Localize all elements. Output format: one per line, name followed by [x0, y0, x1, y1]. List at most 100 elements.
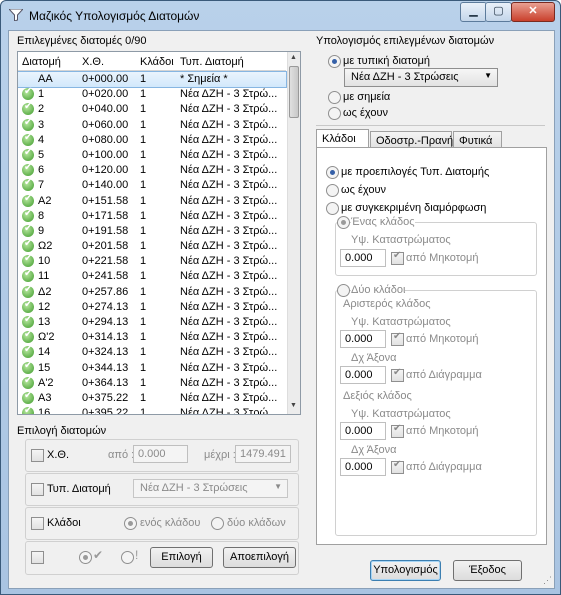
table-row[interactable]: 100+221.581Νέα ΔΖΗ - 3 Στρώ... — [18, 253, 286, 269]
typical-section-value: Νέα ΔΖΗ - 3 Στρώσεις — [351, 71, 459, 83]
right-axis-field[interactable]: 0.000 — [340, 458, 386, 476]
table-row[interactable]: 90+191.581Νέα ΔΖΗ - 3 Στρώ... — [18, 223, 286, 239]
chainage-cell: 0+080.00 — [82, 133, 129, 146]
minimize-button[interactable]: ▁ — [460, 2, 487, 22]
type-cell: Νέα ΔΖΗ - 3 Στρώ... — [180, 194, 278, 207]
scroll-up-arrow-icon[interactable]: ▲ — [290, 54, 297, 61]
select-button[interactable]: Επιλογή — [150, 547, 213, 568]
list-vertical-scrollbar[interactable]: ▲ ▼ — [287, 52, 300, 414]
as-is-radio[interactable] — [328, 107, 341, 120]
type-cell: * Σημεία * — [180, 73, 228, 85]
table-row[interactable]: 70+140.001Νέα ΔΖΗ - 3 Στρώ... — [18, 177, 286, 193]
two-branches-radio[interactable] — [337, 284, 350, 297]
type-filter-select[interactable]: Νέα ΔΖΗ - 3 Στρώσεις ▼ — [133, 479, 288, 498]
branches-cell: 1 — [140, 376, 147, 389]
right-from-profile-checkbox[interactable] — [391, 423, 404, 438]
one-branch-label: Ένας κλάδος — [351, 216, 415, 228]
table-row[interactable]: 30+060.001Νέα ΔΖΗ - 3 Στρώ... — [18, 117, 286, 133]
table-row[interactable]: 160+395.221Νέα ΔΖΗ - 3 Στρώ... — [18, 405, 286, 414]
table-row[interactable]: Α20+151.581Νέα ΔΖΗ - 3 Στρώ... — [18, 193, 286, 209]
close-button[interactable]: ✕ — [511, 2, 555, 22]
col-header-section[interactable]: Διατομή — [22, 56, 61, 68]
compute-button[interactable]: Υπολογισμός — [370, 560, 441, 581]
chainage-cell: 0+201.58 — [82, 240, 129, 253]
table-row[interactable]: 130+294.131Νέα ΔΖΗ - 3 Στρώ... — [18, 314, 286, 330]
branches-cell: 1 — [140, 118, 147, 131]
tab-branches[interactable]: Κλάδοι — [316, 129, 369, 149]
table-row[interactable]: Ω'20+314.131Νέα ΔΖΗ - 3 Στρώ... — [18, 329, 286, 345]
typical-section-radio[interactable] — [328, 55, 341, 68]
check-ok-icon — [22, 344, 34, 359]
table-row[interactable]: 10+020.001Νέα ΔΖΗ - 3 Στρώ... — [18, 86, 286, 102]
from-field[interactable]: 0.000 — [133, 445, 188, 463]
branches-checkbox[interactable] — [31, 517, 44, 530]
left-from-profile-checkbox[interactable] — [391, 331, 404, 346]
branches-cell: 1 — [140, 255, 147, 268]
window-title: Μαζικός Υπολογισμός Διατομών — [29, 9, 200, 23]
status-ok-radio[interactable] — [79, 551, 92, 564]
status-checkbox[interactable] — [31, 551, 44, 564]
table-row[interactable]: 80+171.581Νέα ΔΖΗ - 3 Στρώ... — [18, 208, 286, 224]
branches-as-is-radio[interactable] — [326, 184, 339, 197]
chainage-cell: 0+364.13 — [82, 376, 129, 389]
table-row[interactable]: 20+040.001Νέα ΔΖΗ - 3 Στρώ... — [18, 101, 286, 117]
defaults-radio[interactable] — [326, 166, 339, 179]
one-branch-radio[interactable] — [337, 216, 350, 229]
check-ok-icon — [22, 86, 34, 101]
chainage-cell: 0+344.13 — [82, 361, 129, 374]
type-checkbox[interactable] — [31, 483, 44, 496]
table-row[interactable]: 60+120.001Νέα ΔΖΗ - 3 Στρώ... — [18, 162, 286, 178]
exit-button[interactable]: Έξοδος — [453, 560, 522, 581]
scroll-down-arrow-icon[interactable]: ▼ — [290, 402, 297, 409]
branches-cell: 1 — [140, 73, 147, 85]
defaults-label: με προεπιλογές Τυπ. Διατομής — [341, 166, 490, 178]
points-radio[interactable] — [328, 91, 341, 104]
col-header-type[interactable]: Τυπ. Διατομή — [180, 56, 244, 68]
typical-section-select[interactable]: Νέα ΔΖΗ - 3 Στρώσεις ▼ — [344, 68, 498, 87]
scrollbar-thumb[interactable] — [289, 66, 299, 118]
left-elev-label: Υψ. Καταστρώματος — [351, 316, 451, 328]
table-row[interactable]: 40+080.001Νέα ΔΖΗ - 3 Στρώ... — [18, 132, 286, 148]
branches-cell: 1 — [140, 331, 147, 344]
maximize-button[interactable]: ▢ — [485, 2, 512, 22]
table-row[interactable]: 120+274.131Νέα ΔΖΗ - 3 Στρώ... — [18, 299, 286, 315]
table-row[interactable]: 140+324.131Νέα ΔΖΗ - 3 Στρώ... — [18, 344, 286, 360]
table-row[interactable]: 150+344.131Νέα ΔΖΗ - 3 Στρώ... — [18, 360, 286, 376]
table-row[interactable]: ΑΑ 0+000.00 1 * Σημεία * — [18, 70, 287, 89]
type-cell: Νέα ΔΖΗ - 3 Στρώ... — [180, 285, 278, 298]
deselect-button[interactable]: Αποεπιλογή — [223, 547, 296, 568]
table-row[interactable]: Δ20+257.861Νέα ΔΖΗ - 3 Στρώ... — [18, 284, 286, 300]
table-row[interactable]: 50+100.001Νέα ΔΖΗ - 3 Στρώ... — [18, 147, 286, 163]
type-cell: Νέα ΔΖΗ - 3 Στρώ... — [180, 164, 278, 177]
check-ok-icon — [22, 117, 34, 131]
type-cell: Νέα ΔΖΗ - 3 Στρώ... — [180, 316, 278, 328]
branches-cell: 1 — [140, 240, 147, 253]
status-warning-radio[interactable] — [121, 551, 134, 564]
left-from-diagram-checkbox[interactable] — [391, 367, 404, 382]
one-from-profile-checkbox[interactable] — [391, 250, 404, 265]
table-row[interactable]: Ω20+201.581Νέα ΔΖΗ - 3 Στρώ... — [18, 238, 286, 254]
left-axis-field[interactable]: 0.000 — [340, 366, 386, 384]
right-from-diagram-checkbox[interactable] — [391, 459, 404, 474]
to-field[interactable]: 1479.491 — [235, 445, 291, 463]
branches-cell: 1 — [140, 133, 147, 146]
table-row[interactable]: Α30+375.221Νέα ΔΖΗ - 3 Στρώ... — [18, 390, 286, 406]
col-header-branches[interactable]: Κλάδοι — [140, 56, 174, 68]
left-from-profile-label: από Μηκοτομή — [406, 333, 479, 345]
right-elev-field[interactable]: 0.000 — [340, 422, 386, 440]
branches-cell: 1 — [140, 209, 147, 222]
chainage-checkbox[interactable] — [31, 449, 44, 462]
one-branch-filter-radio[interactable] — [124, 517, 137, 530]
table-row[interactable]: 110+241.581Νέα ΔΖΗ - 3 Στρώ... — [18, 268, 286, 284]
as-is-label: ως έχουν — [343, 107, 388, 119]
two-branches-filter-radio[interactable] — [211, 517, 224, 530]
table-row[interactable]: Α'20+364.131Νέα ΔΖΗ - 3 Στρώ... — [18, 375, 286, 391]
col-header-chainage[interactable]: Χ.Θ. — [82, 56, 104, 68]
specific-config-radio[interactable] — [326, 202, 339, 215]
resize-grip-icon[interactable]: ⋰ — [543, 575, 552, 586]
title-bar[interactable]: Μαζικός Υπολογισμός Διατομών ▁ ▢ ✕ — [1, 1, 560, 31]
section-list[interactable]: Διατομή Χ.Θ. Κλάδοι Τυπ. Διατομή ΑΑ 0+000… — [17, 51, 301, 415]
one-branch-filter-label: ενός κλάδου — [140, 517, 201, 529]
one-elev-field[interactable]: 0.000 — [340, 249, 386, 267]
left-elev-field[interactable]: 0.000 — [340, 330, 386, 348]
